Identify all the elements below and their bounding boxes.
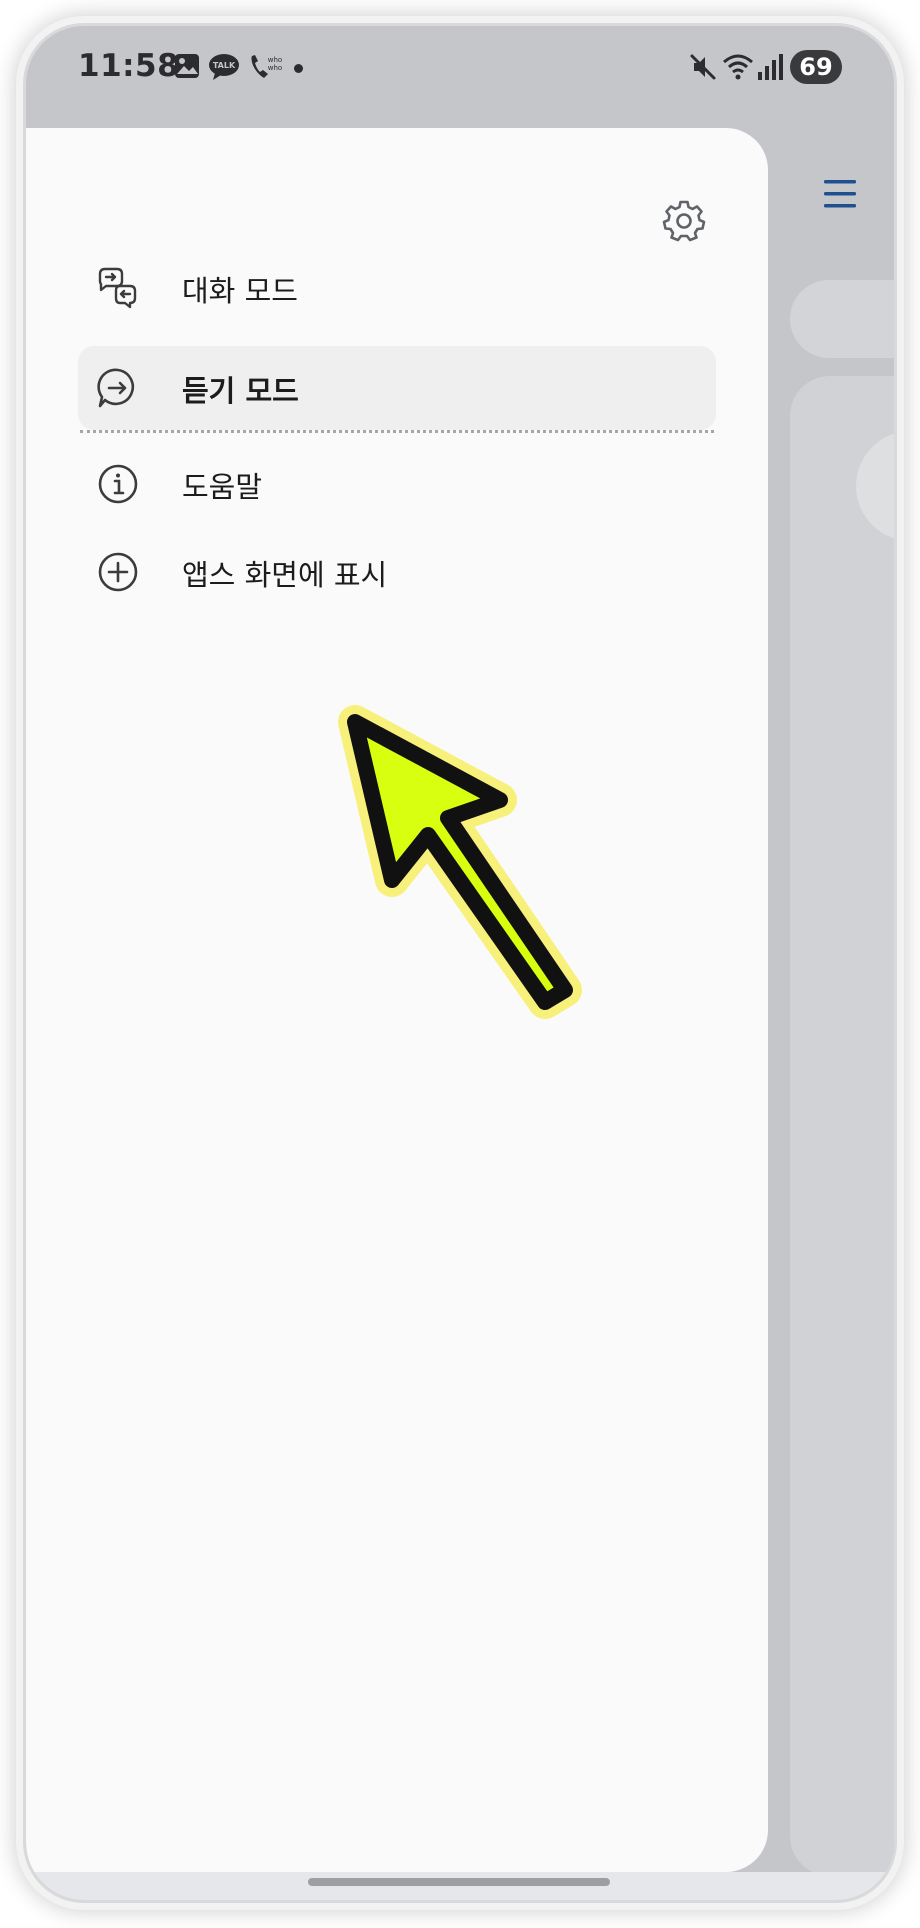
menu-item-label: 도움말 [182, 470, 263, 504]
menu-item-listen-mode[interactable]: 듣기 모드 [78, 346, 716, 430]
background-search-pill [790, 280, 894, 358]
add-circle-icon [98, 552, 138, 592]
menu-item-help[interactable]: 도움말 [78, 442, 716, 526]
wifi-icon [723, 54, 753, 80]
conversation-icon [98, 267, 137, 309]
menu-item-label: 대화 모드 [182, 274, 298, 308]
info-icon [98, 464, 138, 504]
home-indicator[interactable] [308, 1878, 610, 1886]
svg-text:who: who [268, 64, 282, 72]
menu-item-label: 앱스 화면에 표시 [182, 558, 388, 592]
status-bar: 11:58 TALK who who 69 [26, 26, 894, 126]
whowho-icon: who who [251, 55, 282, 78]
annotation-arrow-icon [338, 705, 582, 1019]
notification-dot [294, 64, 303, 73]
listen-icon [97, 368, 135, 408]
hamburger-menu-icon[interactable] [822, 176, 858, 212]
kakaotalk-icon: TALK [209, 54, 239, 80]
menu-item-conversation-mode[interactable]: 대화 모드 [78, 246, 716, 330]
battery-indicator: 69 [790, 50, 842, 84]
svg-text:TALK: TALK [213, 61, 236, 70]
gesture-bar-area [26, 1872, 894, 1900]
background-card [790, 376, 894, 1876]
menu-item-label: 듣기 모드 [182, 374, 299, 408]
menu-item-show-on-apps-screen[interactable]: 앱스 화면에 표시 [78, 530, 716, 614]
menu-divider [80, 430, 714, 433]
status-time: 11:58 [78, 48, 180, 84]
gear-icon[interactable] [662, 198, 706, 242]
svg-text:who: who [268, 56, 282, 64]
mute-icon [690, 54, 716, 80]
signal-icon [758, 54, 783, 80]
gallery-icon [175, 54, 199, 78]
